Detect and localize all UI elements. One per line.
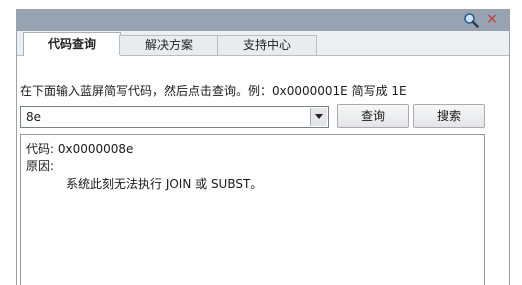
result-reason-text: 系统此刻无法执行 JOIN 或 SUBST。 <box>66 177 263 191</box>
code-combobox[interactable]: 8e <box>20 106 329 128</box>
tab-solutions[interactable]: 解决方案 <box>119 35 219 55</box>
instruction-text: 在下面输入蓝屏简写代码，然后点击查询。例：0x0000001E 简写成 1E <box>20 84 407 98</box>
code-input-value[interactable]: 8e <box>26 110 41 124</box>
tab-code-lookup[interactable]: 代码查询 <box>23 32 121 56</box>
tab-support-center[interactable]: 支持中心 <box>217 35 317 55</box>
tab-strip: 代码查询 解决方案 支持中心 <box>17 31 509 56</box>
query-button[interactable]: 查询 <box>337 104 409 128</box>
search-button[interactable]: 搜索 <box>413 104 485 128</box>
result-code-line: 代码: 0x0000008e <box>26 142 134 156</box>
close-icon[interactable]: × <box>485 11 499 27</box>
result-reason-label: 原因: <box>26 159 55 173</box>
magnifier-icon[interactable] <box>463 12 479 28</box>
title-bar: × <box>17 9 509 31</box>
chevron-down-icon[interactable] <box>310 108 327 126</box>
result-panel: 代码: 0x0000008e 原因: 系统此刻无法执行 JOIN 或 SUBST… <box>20 134 485 285</box>
